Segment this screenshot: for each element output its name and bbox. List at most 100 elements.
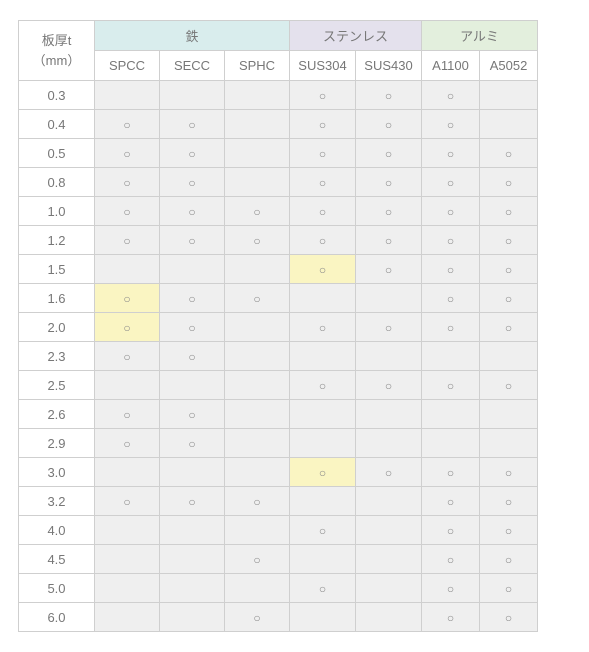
availability-cell xyxy=(290,400,356,429)
availability-cell xyxy=(356,516,422,545)
availability-cell: ○ xyxy=(356,458,422,487)
circle-mark-icon: ○ xyxy=(447,292,454,306)
availability-cell: ○ xyxy=(95,197,160,226)
col-header-spcc: SPCC xyxy=(95,51,160,81)
col-header-sus430: SUS430 xyxy=(356,51,422,81)
circle-mark-icon: ○ xyxy=(385,176,392,190)
thickness-value: 1.6 xyxy=(19,284,95,313)
availability-cell: ○ xyxy=(480,139,538,168)
circle-mark-icon: ○ xyxy=(385,234,392,248)
availability-cell: ○ xyxy=(480,603,538,632)
availability-cell xyxy=(290,429,356,458)
circle-mark-icon: ○ xyxy=(188,205,195,219)
circle-mark-icon: ○ xyxy=(319,176,326,190)
availability-cell: ○ xyxy=(290,371,356,400)
circle-mark-icon: ○ xyxy=(447,466,454,480)
availability-cell: ○ xyxy=(480,574,538,603)
thickness-value: 0.5 xyxy=(19,139,95,168)
availability-cell: ○ xyxy=(356,255,422,284)
availability-cell: ○ xyxy=(95,400,160,429)
table-row: 5.0○○○ xyxy=(19,574,538,603)
availability-cell: ○ xyxy=(290,81,356,110)
availability-cell: ○ xyxy=(290,197,356,226)
availability-cell xyxy=(290,342,356,371)
circle-mark-icon: ○ xyxy=(319,582,326,596)
thickness-value: 0.3 xyxy=(19,81,95,110)
availability-cell: ○ xyxy=(422,226,480,255)
circle-mark-icon: ○ xyxy=(447,176,454,190)
table-row: 0.3 ○ ○ ○ xyxy=(19,81,538,110)
availability-cell: ○ xyxy=(160,342,225,371)
availability-cell xyxy=(95,371,160,400)
circle-mark-icon: ○ xyxy=(253,553,260,567)
circle-mark-icon: ○ xyxy=(319,205,326,219)
circle-mark-icon: ○ xyxy=(123,292,130,306)
table-row: 3.0○○○○ xyxy=(19,458,538,487)
availability-cell: ○ xyxy=(422,81,480,110)
availability-cell xyxy=(225,371,290,400)
availability-cell xyxy=(160,603,225,632)
circle-mark-icon: ○ xyxy=(123,408,130,422)
availability-cell xyxy=(160,371,225,400)
availability-cell: ○ xyxy=(480,487,538,516)
availability-cell: ○ xyxy=(95,168,160,197)
thickness-value: 2.9 xyxy=(19,429,95,458)
availability-cell: ○ xyxy=(95,342,160,371)
availability-cell xyxy=(225,574,290,603)
availability-cell: ○ xyxy=(160,168,225,197)
table-row: 3.2○○○○○ xyxy=(19,487,538,516)
circle-mark-icon: ○ xyxy=(385,205,392,219)
availability-cell: ○ xyxy=(160,139,225,168)
availability-cell xyxy=(95,81,160,110)
circle-mark-icon: ○ xyxy=(253,234,260,248)
circle-mark-icon: ○ xyxy=(253,495,260,509)
availability-cell: ○ xyxy=(422,197,480,226)
circle-mark-icon: ○ xyxy=(385,89,392,103)
availability-cell: ○ xyxy=(290,226,356,255)
circle-mark-icon: ○ xyxy=(385,118,392,132)
availability-cell: ○ xyxy=(356,168,422,197)
circle-mark-icon: ○ xyxy=(447,611,454,625)
circle-mark-icon: ○ xyxy=(319,234,326,248)
circle-mark-icon: ○ xyxy=(188,147,195,161)
circle-mark-icon: ○ xyxy=(253,205,260,219)
circle-mark-icon: ○ xyxy=(188,321,195,335)
availability-cell: ○ xyxy=(160,284,225,313)
table-row: 2.6○○ xyxy=(19,400,538,429)
table-row: 4.0○○○ xyxy=(19,516,538,545)
circle-mark-icon: ○ xyxy=(385,263,392,277)
table-row: 4.5○○○ xyxy=(19,545,538,574)
availability-cell: ○ xyxy=(160,226,225,255)
availability-cell xyxy=(422,429,480,458)
availability-cell xyxy=(160,516,225,545)
circle-mark-icon: ○ xyxy=(505,582,512,596)
availability-cell xyxy=(225,342,290,371)
availability-cell xyxy=(225,458,290,487)
thickness-value: 2.5 xyxy=(19,371,95,400)
col-header-a1100: A1100 xyxy=(422,51,480,81)
circle-mark-icon: ○ xyxy=(188,437,195,451)
availability-cell: ○ xyxy=(422,574,480,603)
table-row: 2.3○○ xyxy=(19,342,538,371)
circle-mark-icon: ○ xyxy=(188,118,195,132)
group-header-aluminum: アルミ xyxy=(422,21,538,51)
availability-cell xyxy=(225,313,290,342)
circle-mark-icon: ○ xyxy=(385,379,392,393)
thickness-value: 0.8 xyxy=(19,168,95,197)
circle-mark-icon: ○ xyxy=(123,437,130,451)
availability-cell xyxy=(160,255,225,284)
circle-mark-icon: ○ xyxy=(447,147,454,161)
availability-cell: ○ xyxy=(290,110,356,139)
availability-cell: ○ xyxy=(422,168,480,197)
row-header-line1: 板厚t xyxy=(42,33,72,48)
circle-mark-icon: ○ xyxy=(188,408,195,422)
availability-cell: ○ xyxy=(225,603,290,632)
circle-mark-icon: ○ xyxy=(123,495,130,509)
availability-cell: ○ xyxy=(422,255,480,284)
availability-cell: ○ xyxy=(422,458,480,487)
circle-mark-icon: ○ xyxy=(505,524,512,538)
availability-cell xyxy=(225,429,290,458)
availability-cell: ○ xyxy=(356,81,422,110)
availability-cell xyxy=(225,400,290,429)
availability-cell: ○ xyxy=(95,110,160,139)
